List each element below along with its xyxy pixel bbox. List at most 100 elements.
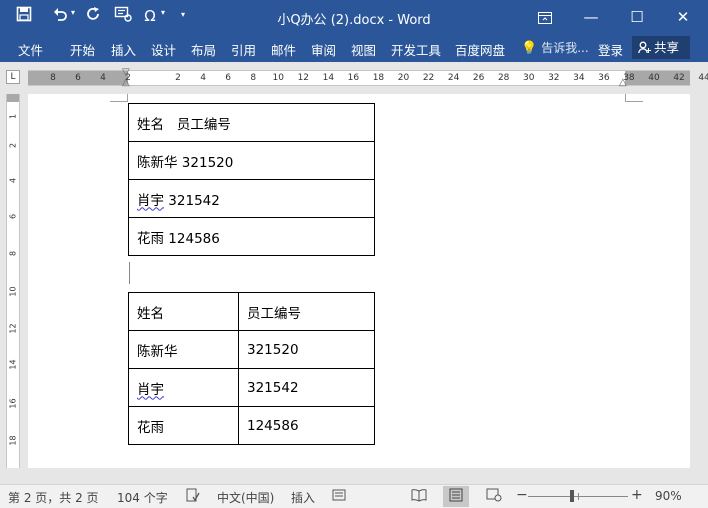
tell-me-label: 告诉我... <box>541 41 589 55</box>
tab-insert[interactable]: 插入 <box>111 40 136 59</box>
text-cursor <box>129 262 130 284</box>
ruler-tick-label: 2 <box>175 73 181 83</box>
vertical-ruler-tick-label: 4 <box>8 177 18 184</box>
table-row: 陈新华 321520 <box>128 141 375 180</box>
ruler-tick-label: 8 <box>50 73 56 83</box>
ruler-tick-label: 6 <box>75 73 81 83</box>
lightbulb-icon: 💡 <box>521 41 538 56</box>
zoom-out-button[interactable]: − <box>516 487 528 503</box>
ruler-tick-label: 24 <box>447 73 460 83</box>
tab-layout[interactable]: 布局 <box>191 40 216 59</box>
vertical-ruler-tick-label: 1 <box>8 113 18 120</box>
save-icon[interactable] <box>14 6 34 26</box>
tell-me-search[interactable]: 💡 告诉我... <box>521 39 589 56</box>
table-cell[interactable]: 陈新华 <box>128 330 239 369</box>
table-row: 肖宇 321542 <box>128 368 375 407</box>
table-cell[interactable]: 321542 <box>238 368 375 407</box>
vertical-ruler[interactable]: 1 2 4 6 8 10 12 14 16 18 <box>6 94 20 468</box>
tab-baidu-netdisk[interactable]: 百度网盘 <box>455 40 505 59</box>
table-two-column[interactable]: 姓名 员工编号 陈新华 321520 肖宇 321542 花雨 124586 <box>128 292 375 445</box>
undo-dropdown-icon[interactable]: ▾ <box>71 8 75 17</box>
share-button[interactable]: 共享 <box>632 36 690 59</box>
ruler-tick-label: 6 <box>225 73 231 83</box>
document-page[interactable]: 姓名 员工编号 陈新华 321520 肖宇 321542 花雨 124586 姓… <box>28 94 690 468</box>
tab-design[interactable]: 设计 <box>151 40 176 59</box>
table-cell[interactable]: 花雨 <box>128 406 239 445</box>
page-indicator[interactable]: 第 2 页，共 2 页 <box>8 489 99 506</box>
cell-text: 321542 <box>168 192 220 209</box>
table-cell[interactable]: 肖宇 <box>128 368 239 407</box>
zoom-level[interactable]: 90% <box>655 489 682 503</box>
ruler-tick-label: 36 <box>598 73 610 83</box>
vertical-ruler-tick-label: 8 <box>8 250 18 257</box>
table-cell[interactable]: 321520 <box>238 330 375 369</box>
cell-text: 员工编号 <box>176 116 231 133</box>
language-indicator[interactable]: 中文(中国) <box>217 489 274 506</box>
tab-mailings[interactable]: 邮件 <box>271 40 296 59</box>
table-cell[interactable]: 姓名 员工编号 <box>128 103 375 142</box>
ruler-tick-label: 40 <box>648 73 660 83</box>
cell-text: 陈新华 <box>137 154 178 171</box>
close-icon[interactable]: ✕ <box>660 0 706 34</box>
ruler-tick-label: 42 <box>673 73 685 83</box>
top-margin-area <box>7 94 19 102</box>
macro-record-icon[interactable] <box>332 488 346 506</box>
vertical-ruler-tick-label: 2 <box>8 142 18 149</box>
tab-stop-selector[interactable]: L <box>6 70 20 84</box>
tab-home[interactable]: 开始 <box>70 40 95 59</box>
ruler-tick-label: 34 <box>573 73 585 83</box>
customize-dropdown-icon[interactable]: ▾ <box>181 10 185 19</box>
title-bar: ▾ Ω ▾ ▾ 小Q办公 (2).docx - Word — ☐ ✕ <box>0 0 708 34</box>
ribbon-display-icon[interactable] <box>522 0 568 34</box>
vertical-ruler-tick-label: 10 <box>8 286 18 297</box>
table-single-column[interactable]: 姓名 员工编号 陈新华 321520 肖宇 321542 花雨 124586 <box>128 103 375 256</box>
table-cell[interactable]: 姓名 <box>128 292 239 331</box>
table-row: 陈新华 321520 <box>128 330 375 369</box>
login-button[interactable]: 登录 <box>598 40 623 59</box>
table-cell[interactable]: 员工编号 <box>238 292 375 331</box>
crop-mark-left <box>110 94 128 102</box>
ruler-tick-label: 18 <box>372 73 385 83</box>
table-row: 肖宇 321542 <box>128 179 375 218</box>
undo-icon[interactable] <box>50 6 70 26</box>
table-row: 姓名 员工编号 <box>128 103 375 142</box>
omega-symbol-icon[interactable]: Ω <box>140 6 160 26</box>
zoom-slider-thumb[interactable] <box>570 490 575 502</box>
redo-icon[interactable] <box>84 6 104 26</box>
proofing-icon[interactable] <box>186 488 200 506</box>
web-layout-icon[interactable] <box>486 488 502 506</box>
table-cell[interactable]: 肖宇 321542 <box>128 179 375 218</box>
read-mode-icon[interactable] <box>411 488 427 506</box>
hanging-indent-marker[interactable]: △ <box>122 77 130 88</box>
maximize-icon[interactable]: ☐ <box>614 0 660 34</box>
insert-mode[interactable]: 插入 <box>291 489 315 506</box>
tab-references[interactable]: 引用 <box>231 40 256 59</box>
table-row: 花雨 124586 <box>128 406 375 445</box>
omega-dropdown-icon[interactable]: ▾ <box>161 8 165 17</box>
tab-review[interactable]: 审阅 <box>311 40 336 59</box>
tab-view[interactable]: 视图 <box>351 40 376 59</box>
word-count[interactable]: 104 个字 <box>117 489 168 506</box>
table-cell[interactable]: 花雨 124586 <box>128 217 375 256</box>
minimize-icon[interactable]: — <box>568 0 614 34</box>
zoom-center-mark <box>578 493 579 500</box>
vertical-ruler-tick-label: 6 <box>8 213 18 220</box>
ruler-tick-label: 4 <box>200 73 206 83</box>
right-indent-marker[interactable]: △ <box>619 77 627 88</box>
cell-text: 肖宇 <box>137 381 164 398</box>
table-cell[interactable]: 陈新华 321520 <box>128 141 375 180</box>
ruler-tick-label: 16 <box>347 73 360 83</box>
ruler-tick-label: 10 <box>272 73 284 83</box>
table-cell[interactable]: 124586 <box>238 406 375 445</box>
zoom-in-button[interactable]: + <box>631 487 643 503</box>
cell-text: 肖宇 <box>137 192 164 209</box>
status-bar: 第 2 页，共 2 页 104 个字 中文(中国) 插入 − + 90% <box>0 484 708 508</box>
ruler-tick-label: 26 <box>472 73 485 83</box>
tab-developer[interactable]: 开发工具 <box>391 40 441 59</box>
print-layout-icon[interactable] <box>449 488 463 506</box>
tab-file[interactable]: 文件 <box>18 40 43 59</box>
person-add-icon <box>638 37 651 60</box>
format-painter-icon[interactable] <box>113 6 133 26</box>
table-row: 花雨 124586 <box>128 217 375 256</box>
ruler-tick-label: 4 <box>100 73 106 83</box>
